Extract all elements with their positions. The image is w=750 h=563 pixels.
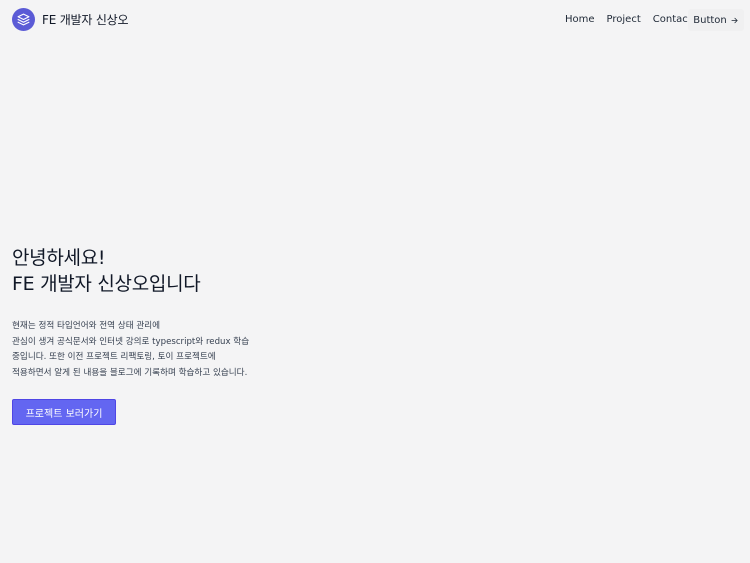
nav-project[interactable]: Project <box>607 14 641 25</box>
brand-name: FE 개발자 신상오 <box>42 13 129 27</box>
stack-layers-icon <box>12 8 35 31</box>
nav-contact[interactable]: Contact <box>653 14 692 25</box>
hero-desc-line: 중입니다. 또한 이전 프로젝트 리팩토링, 토이 프로젝트에 <box>12 352 216 362</box>
page: FE 개발자 신상오 Home Project Contact Button 안… <box>0 0 750 563</box>
main-nav: Home Project Contact <box>565 14 692 25</box>
hero-description: 현재는 정적 타입언어와 전역 상태 관리에 관심이 생겨 공식문서와 인터넷 … <box>12 319 272 381</box>
nav-home[interactable]: Home <box>565 14 595 25</box>
hero-title-line-2: FE 개발자 신상오입니다 <box>12 273 201 295</box>
hero-title: 안녕하세요! FE 개발자 신상오입니다 <box>12 245 201 297</box>
hero-title-line-1: 안녕하세요! <box>12 247 106 269</box>
hero-desc-line: 적용하면서 알게 된 내용을 블로그에 기록하며 학습하고 있습니다. <box>12 367 248 378</box>
header-button[interactable]: Button <box>688 9 744 31</box>
hero-desc-line: 관심이 생겨 공식문서와 인터넷 강의로 typescript와 redux 학… <box>12 336 250 347</box>
view-projects-button[interactable]: 프로젝트 보러가기 <box>12 399 116 425</box>
logo-link[interactable]: FE 개발자 신상오 <box>12 8 129 31</box>
arrow-right-icon <box>730 16 739 25</box>
header-button-label: Button <box>693 14 727 26</box>
hero-desc-line: 현재는 정적 타입언어와 전역 상태 관리에 <box>12 321 161 331</box>
site-header: FE 개발자 신상오 Home Project Contact Button <box>0 0 750 41</box>
